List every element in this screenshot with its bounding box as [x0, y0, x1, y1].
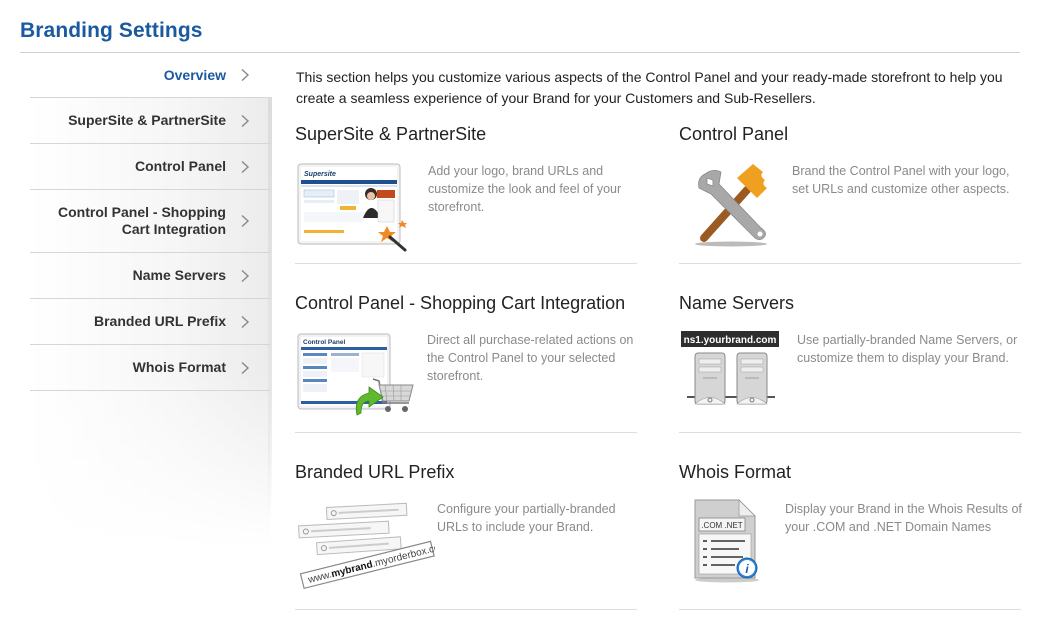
chevron-right-icon: [241, 114, 250, 127]
chevron-right-icon: [241, 269, 250, 282]
supersite-logo-text: Supersite: [304, 171, 336, 178]
card-description: Direct all purchase-related actions on t…: [427, 333, 634, 383]
page-title: Branding Settings: [20, 19, 203, 42]
sidebar-item-label: Overview: [163, 66, 226, 83]
sidebar-item-label: Whois Format: [132, 359, 226, 375]
card-shopping-cart-integration: Control Panel - Shopping Cart Integratio…: [295, 293, 637, 461]
card-description: Configure your partially-branded URLs to…: [437, 502, 616, 534]
sidebar-item-label-line1: Control Panel - Shopping: [58, 204, 226, 220]
card-divider: [295, 263, 637, 264]
sidebar-item-branded-url-prefix[interactable]: Branded URL Prefix: [30, 299, 270, 344]
card-divider: [679, 432, 1021, 433]
card-control-panel: Control Panel Brand the Control Panel wi…: [679, 124, 1021, 292]
card-divider: [679, 609, 1021, 610]
name-servers-icon[interactable]: ns1.yourbrand.com: [679, 329, 799, 421]
sidebar-nav: Overview SuperSite & PartnerSite Control…: [30, 53, 272, 631]
intro-text: This section helps you customize various…: [296, 69, 1003, 106]
chevron-right-icon: [241, 315, 250, 328]
branded-url-icon[interactable]: www.mybrand.myorderbox.com: [295, 498, 435, 590]
chevron-right-icon: [241, 214, 250, 228]
sidebar-item-whois-format[interactable]: Whois Format: [30, 345, 270, 390]
whois-tld-label: .COM .NET: [701, 521, 742, 530]
supersite-storefront-icon[interactable]: Supersite: [295, 160, 415, 252]
card-supersite-partnersite: SuperSite & PartnerSite Supersite Add yo…: [295, 124, 637, 292]
control-panel-logo-text: Control Panel: [303, 339, 345, 346]
sidebar-item-label: Branded URL Prefix: [94, 313, 226, 329]
whois-document-icon[interactable]: .COM .NET i: [679, 498, 799, 590]
card-divider: [295, 609, 637, 610]
sidebar-item-label-line2: Cart Integration: [121, 221, 226, 237]
sidebar-item-supersite-partnersite[interactable]: SuperSite & PartnerSite: [30, 98, 270, 143]
sidebar-item-label: Control Panel: [134, 158, 226, 174]
sidebar-item-control-panel[interactable]: Control Panel: [30, 144, 270, 189]
card-title[interactable]: Branded URL Prefix: [295, 462, 454, 483]
card-divider: [679, 263, 1021, 264]
card-title[interactable]: SuperSite & PartnerSite: [295, 124, 486, 145]
chevron-right-icon: [241, 68, 250, 82]
sidebar-item-overview[interactable]: Overview: [30, 53, 270, 97]
card-description: Add your logo, brand URLs and customize …: [428, 164, 622, 214]
card-whois-format: Whois Format .COM .NET i Display your Br…: [679, 462, 1022, 630]
sidebar-item-label: Control Panel - Shopping Cart Integratio…: [58, 204, 226, 238]
shopping-cart-integration-icon[interactable]: Control Panel: [295, 329, 415, 421]
chevron-right-icon: [241, 160, 250, 173]
card-description: Display your Brand in the Whois Results …: [785, 502, 1022, 534]
sidebar-item-name-servers[interactable]: Name Servers: [30, 253, 270, 298]
wrench-hammer-icon[interactable]: [679, 160, 799, 252]
card-description: Brand the Control Panel with your logo, …: [792, 164, 1010, 196]
sidebar-item-label: Name Servers: [132, 267, 226, 283]
card-branded-url-prefix: Branded URL Prefix www.mybrand.myorderbo…: [295, 462, 637, 630]
sidebar-divider: [30, 390, 270, 391]
card-title[interactable]: Control Panel: [679, 124, 788, 145]
card-divider: [295, 432, 637, 433]
sidebar-item-label: SuperSite & PartnerSite: [68, 112, 226, 128]
card-description: Use partially-branded Name Servers, or c…: [797, 333, 1018, 365]
sidebar-item-shopping-cart-integration[interactable]: Control Panel - Shopping Cart Integratio…: [30, 190, 270, 252]
chevron-right-icon: [241, 361, 250, 374]
name-server-label: ns1.yourbrand.com: [684, 335, 777, 346]
card-title[interactable]: Control Panel - Shopping Cart Integratio…: [295, 293, 625, 314]
card-title[interactable]: Whois Format: [679, 462, 791, 483]
card-name-servers: Name Servers ns1.yourbrand.com Use parti…: [679, 293, 1021, 461]
card-title[interactable]: Name Servers: [679, 293, 794, 314]
